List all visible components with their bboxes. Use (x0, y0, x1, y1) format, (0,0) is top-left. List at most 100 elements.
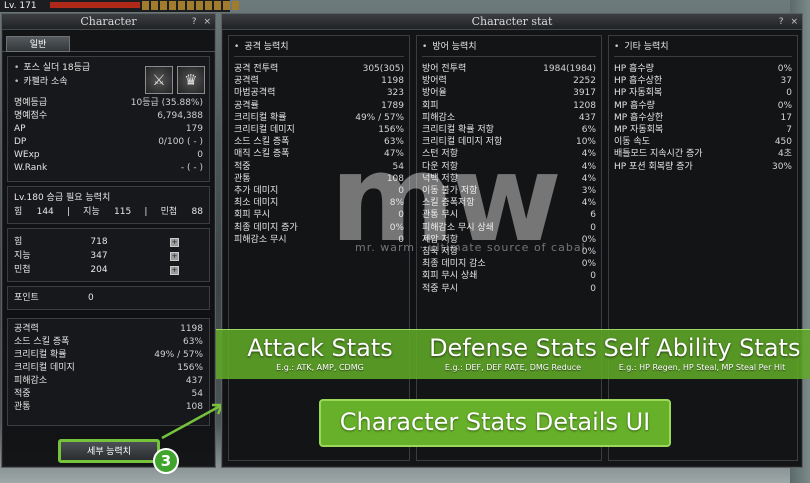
stat-label: 방어율 (422, 88, 447, 99)
stat-value: 63% (182, 337, 203, 347)
stat-value: 49% / 57% (355, 112, 404, 123)
add-dex-button[interactable]: + (170, 265, 179, 275)
stat-value: 3% (581, 186, 596, 197)
stat-row: 매직 스킬 증폭 47% (234, 148, 404, 160)
stat-value: 0% (581, 247, 596, 258)
stat-value: - ( - ) (180, 163, 203, 173)
stat-row: 제압 저항 0% (422, 234, 596, 246)
character-panel-title: Character ? × (2, 14, 215, 30)
stat-row: 크리티컬 확률 49% / 57% (234, 112, 404, 124)
nation-emblem-icon: ♛ (177, 66, 205, 94)
stat-row: 피해감소 437 (14, 375, 203, 388)
emblems: ⚔ ♛ (145, 66, 205, 94)
add-str-button[interactable]: + (170, 237, 179, 247)
stat-row: 배틀모드 지속시간 증가 4초 (614, 148, 792, 160)
stat-label: 명예등급 (14, 98, 48, 108)
stat-row: 공격력 1198 (234, 75, 404, 87)
stat-label: 마법공격력 (234, 88, 276, 99)
stat-value: 1789 (381, 100, 404, 111)
stat-close-button[interactable]: × (790, 17, 798, 27)
stat-value: 8% (389, 198, 404, 209)
add-int-button[interactable]: + (170, 251, 179, 261)
stat-label: 소드 스킬 증폭 (234, 137, 290, 148)
stat-row: 관통 무시 6 (422, 209, 596, 221)
stat-value: 0 (398, 186, 404, 197)
stat-row: MP 흡수량 0% (614, 100, 792, 112)
stat-row: 크리티컬 데미지 156% (14, 362, 203, 375)
stat-value: 4% (581, 173, 596, 184)
other-title: 기타 능력치 (624, 42, 669, 52)
stat-label: AP (14, 124, 26, 134)
stat-row: 적중 54 (234, 161, 404, 173)
stat-value: 6 (590, 210, 596, 221)
stat-row: HP 흡수상한 37 (614, 75, 792, 87)
stat-row: 최종 데미지 증가 0% (234, 222, 404, 234)
stat-label: 피해감소 (422, 112, 456, 123)
stat-label: 회피 무시 (234, 210, 270, 221)
tab-general[interactable]: 일반 (6, 36, 70, 52)
stat-row: 공격력 1198 (14, 323, 203, 336)
stat-value: 4% (581, 198, 596, 209)
defense-column: • 방어 능력치 방어 전투력 1984(1984) 방어력 2252 방어율 3917 회피… (416, 35, 602, 461)
stat-value: 6,794,388 (157, 111, 203, 121)
stat-row: 침묵 저항 0% (422, 246, 596, 258)
attack-overlay: Attack Stats E.g.: ATK, AMP, CDMG (247, 334, 393, 372)
stat-row: HP 흡수량 0% (614, 63, 792, 75)
stat-value: 2252 (573, 76, 596, 87)
stat-value: 1198 (180, 324, 203, 334)
stat-label: 최소 데미지 (234, 198, 279, 209)
stat-value: 305(305) (362, 64, 404, 74)
stat-value: 0 (590, 283, 596, 294)
stat-row: 방어력 2252 (422, 75, 596, 87)
stat-label: 공격률 (234, 100, 259, 111)
stat-value: 0 (786, 88, 792, 99)
details-banner: Character Stats Details UI (319, 399, 671, 447)
stat-value: 49% / 57% (154, 350, 203, 360)
stat-label: 넉백 저항 (422, 173, 458, 184)
stat-help-button[interactable]: ? (779, 17, 784, 27)
stat-label: 스턴 저항 (422, 149, 458, 160)
stat-value: 0 (398, 210, 404, 221)
stat-value: 0 (590, 222, 596, 233)
stat-row: W.Rank - ( - ) (14, 162, 203, 175)
stat-row: 적중 무시 0 (422, 283, 596, 295)
stat-label: 크리티컬 데미지 (14, 363, 75, 373)
stat-label: 피해감소 무시 상쇄 (422, 222, 494, 233)
defense-title: 방어 능력치 (432, 42, 477, 52)
close-button[interactable]: × (203, 17, 211, 27)
stat-value: 37 (780, 76, 792, 87)
detail-stats-button[interactable]: 세부 능력치 (58, 439, 160, 463)
stat-label: W.Rank (14, 163, 48, 173)
stat-label: 크리티컬 확률 저항 (422, 125, 494, 136)
help-button[interactable]: ? (192, 17, 197, 27)
stat-label: 추가 데미지 (234, 186, 279, 197)
stat-value: 10등급 (35.88%) (130, 98, 203, 108)
stat-row: AP 179 (14, 123, 203, 136)
stat-value: 0% (389, 222, 404, 233)
stat-row: 공격 전투력 305(305) (234, 63, 404, 75)
stat-value: 0 (398, 234, 404, 245)
stat-row: 소드 스킬 증폭 63% (14, 336, 203, 349)
stat-label: 최종 데미지 감소 (422, 259, 486, 270)
stat-value: 4% (581, 161, 596, 172)
stat-value: 4초 (777, 149, 792, 160)
stat-row: 명예등급 10등급 (35.88%) (14, 97, 203, 110)
stat-value: 0% (777, 64, 792, 74)
stat-label: 명예점수 (14, 111, 48, 121)
stat-value: 108 (386, 173, 404, 184)
stat-row: 피해감소 무시 상쇄 0 (422, 222, 596, 234)
stat-row: 추가 데미지 0 (234, 185, 404, 197)
stat-row: MP 흡수상한 17 (614, 112, 792, 124)
stat-label: HP 흡수상한 (614, 76, 663, 87)
stat-row: 크리티컬 확률 저항 6% (422, 124, 596, 136)
stat-label: 침묵 저항 (422, 247, 458, 258)
class-emblem-icon: ⚔ (145, 66, 173, 94)
stat-label: 적중 (14, 389, 31, 399)
stat-row: 명예점수 6,794,388 (14, 110, 203, 123)
stat-row: HP 포션 회복량 증가 30% (614, 161, 792, 173)
stat-row: HP 자동회복 0 (614, 87, 792, 99)
stat-label: DP (14, 137, 27, 147)
promotion-title: Lv.180 승급 필요 능력치 (14, 193, 111, 203)
stat-label: 회피 (422, 100, 439, 111)
stat-label: 크리티컬 확률 (234, 112, 287, 123)
